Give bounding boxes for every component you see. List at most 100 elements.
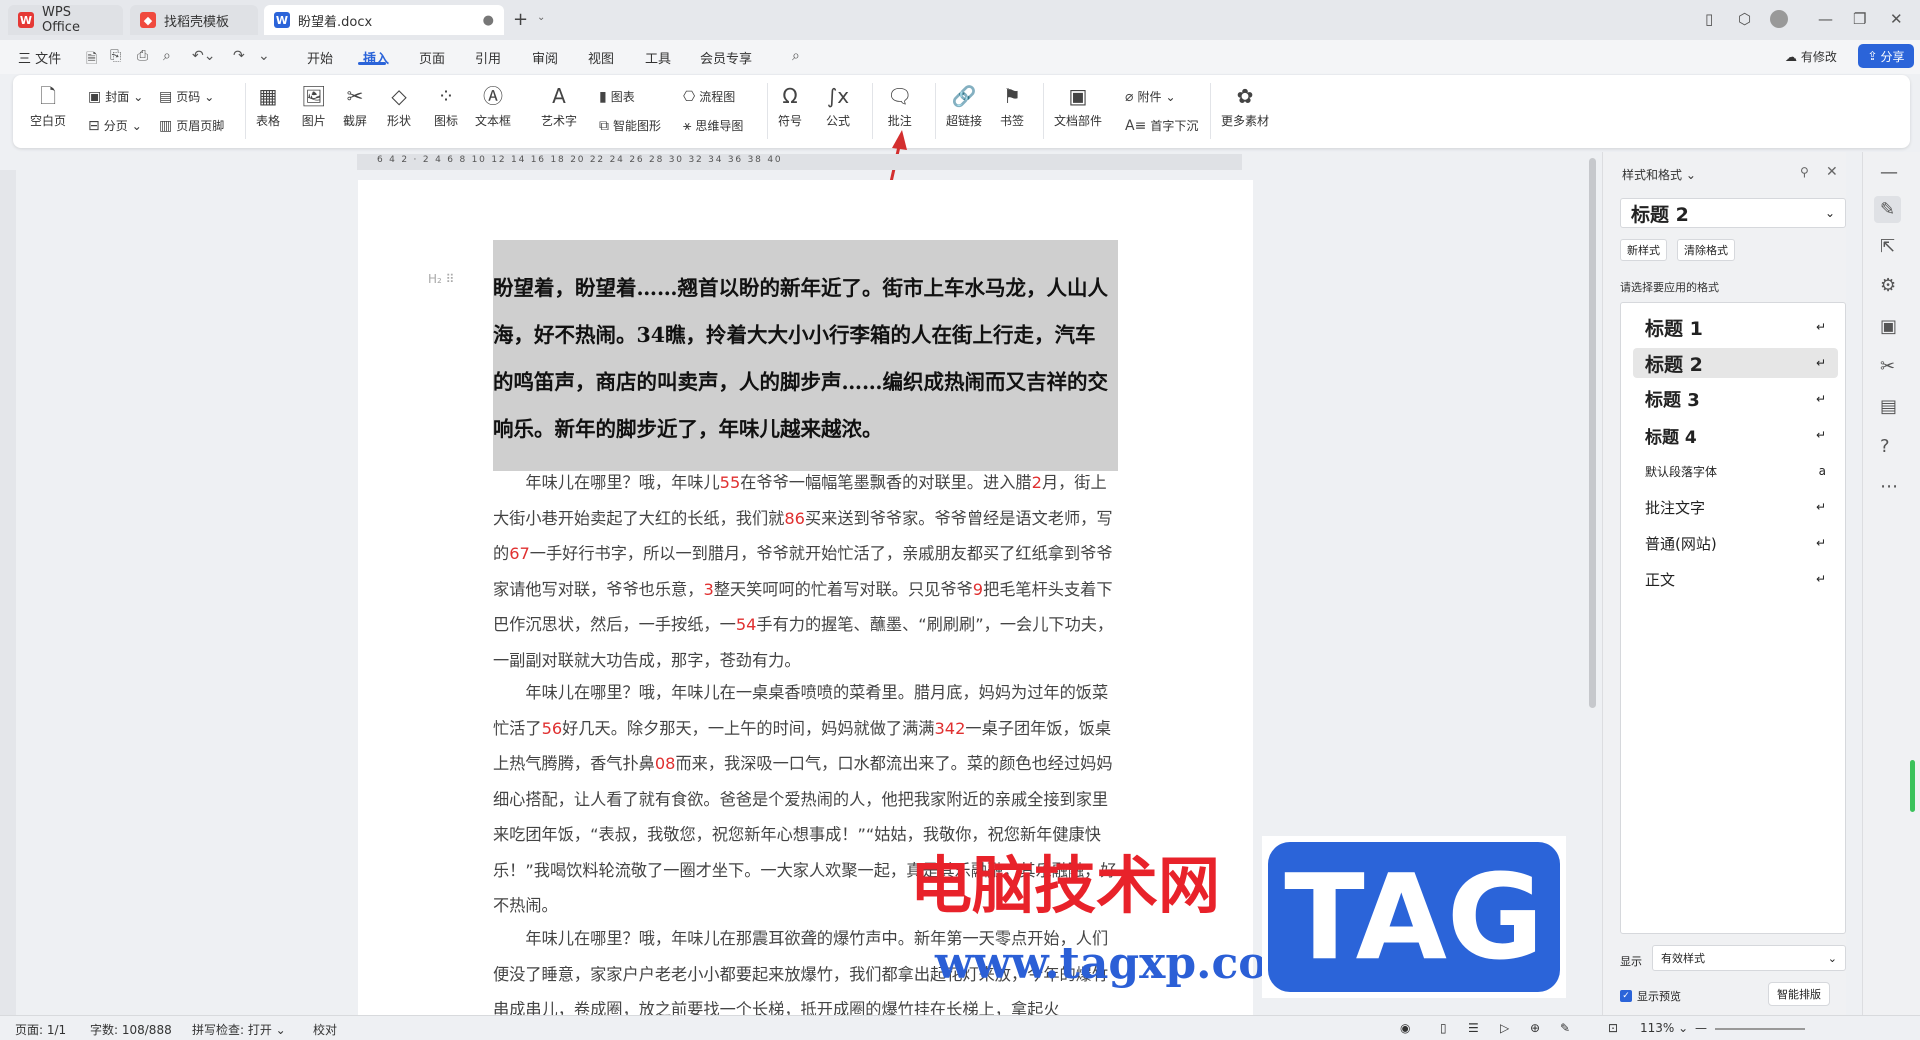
clear-format-button[interactable]: 清除格式 <box>1677 239 1735 261</box>
show-select[interactable]: 有效样式 ⌄ <box>1652 945 1846 971</box>
document-tools-icon[interactable]: ▣ <box>1880 316 1897 337</box>
restore-icon[interactable]: ❐ <box>1853 10 1866 28</box>
zoom-slider[interactable] <box>1715 1028 1805 1030</box>
select-cursor-icon[interactable]: ⇱ <box>1880 236 1895 257</box>
zoom-level[interactable]: 113% ⌄ <box>1640 1021 1688 1035</box>
show-preview-checkbox[interactable]: ✓ 显示预览 <box>1620 988 1681 1004</box>
save-icon[interactable]: 🗎 <box>86 48 97 72</box>
pane-title[interactable]: 样式和格式 ⌄ <box>1622 166 1696 183</box>
undo-icon[interactable]: ↶⌄ <box>192 48 215 64</box>
proofread[interactable]: 校对 <box>313 1021 337 1038</box>
mindmap-button[interactable]: ⚹ 思维导图 <box>683 117 743 134</box>
eye-icon[interactable]: ◉ <box>1400 1021 1410 1035</box>
pin-icon[interactable]: ⚲ <box>1800 165 1809 179</box>
document-scrollbar[interactable] <box>1589 158 1596 708</box>
hyperlink-button[interactable]: 🔗 超链接 <box>946 85 982 129</box>
blank-page-button[interactable]: 🗋 空白页 <box>30 85 66 129</box>
reader-icon[interactable]: ▤ <box>1880 396 1897 417</box>
layout-icon[interactable]: ▯ <box>1705 10 1713 28</box>
textbox-button[interactable]: Ⓐ 文本框 <box>475 85 511 129</box>
style-heading-2[interactable]: 标题 2 ↵ <box>1633 348 1838 378</box>
play-icon[interactable]: ▷ <box>1500 1021 1509 1035</box>
table-button[interactable]: ▦ 表格 <box>256 85 280 129</box>
tab-dot-icon[interactable]: ● <box>483 13 494 28</box>
tab-templates[interactable]: ◆ 找稻壳模板 <box>130 5 258 35</box>
tools-icon[interactable]: ✂ <box>1880 356 1895 377</box>
dropcap-button[interactable]: A≡ 首字下沉 <box>1125 117 1198 134</box>
style-normal-web[interactable]: 普通(网站) ↵ <box>1633 528 1838 558</box>
flowchart-button[interactable]: ⎔ 流程图 <box>683 88 735 105</box>
menu-member[interactable]: 会员专享 <box>700 48 752 67</box>
web-view-icon[interactable]: ⊕ <box>1530 1021 1540 1035</box>
menu-start[interactable]: 开始 <box>307 48 333 67</box>
symbol-button[interactable]: Ω 符号 <box>778 85 802 129</box>
print-icon[interactable]: ⎙ <box>137 48 148 64</box>
comment-button[interactable]: 🗨 批注 <box>887 85 912 129</box>
page-view-icon[interactable]: ▯ <box>1440 1021 1447 1035</box>
preview-icon[interactable]: ⌕ <box>163 48 171 64</box>
bookmark-button[interactable]: ⚑ 书签 <box>1000 85 1024 129</box>
tab-wps-office[interactable]: W WPS Office <box>8 5 123 35</box>
redo-icon[interactable]: ↷ <box>233 48 245 64</box>
minimize-icon[interactable]: — <box>1818 10 1833 28</box>
page-break-button[interactable]: ⊟ 分页 ⌄ <box>88 117 142 134</box>
cover-button[interactable]: ▣ 封面 ⌄ <box>88 88 143 105</box>
screenshot-button[interactable]: ✂ 截屏 <box>343 85 367 129</box>
box-icon[interactable]: ⬡ <box>1738 10 1751 28</box>
new-style-button[interactable]: 新样式 <box>1620 239 1667 261</box>
menu-page[interactable]: 页面 <box>419 48 445 67</box>
smartart-button[interactable]: ⧉ 智能图形 <box>599 117 661 134</box>
menu-review[interactable]: 审阅 <box>532 48 558 67</box>
vertical-ruler[interactable] <box>0 170 16 1020</box>
heading-level-marker[interactable]: H₂ ⠿ <box>428 272 454 286</box>
avatar[interactable] <box>1770 10 1788 28</box>
header-footer-button[interactable]: ▥ 页眉页脚 <box>159 117 224 134</box>
style-body[interactable]: 正文 ↵ <box>1633 564 1838 594</box>
style-default-font[interactable]: 默认段落字体 a <box>1633 456 1838 486</box>
spell-check[interactable]: 拼写检查: 打开 ⌄ <box>192 1021 286 1038</box>
file-menu[interactable]: 三 文件 <box>18 48 61 67</box>
more-icon[interactable]: ⌄ <box>258 48 270 64</box>
smart-layout-button[interactable]: 智能排版 <box>1768 982 1830 1006</box>
word-count[interactable]: 字数: 108/888 <box>90 1021 172 1038</box>
selected-heading[interactable]: 盼望着，盼望着……翘首以盼的新年近了。街市上车水马龙，人山人海，好不热闹。34瞧… <box>493 240 1118 471</box>
style-heading-3[interactable]: 标题 3 ↵ <box>1633 384 1838 414</box>
icon-button[interactable]: ⁘ 图标 <box>434 85 458 129</box>
collapse-icon[interactable]: — <box>1880 162 1898 183</box>
tab-document[interactable]: W 盼望着.docx ● <box>264 5 504 35</box>
menu-view[interactable]: 视图 <box>588 48 614 67</box>
style-pen-icon[interactable]: ✎ <box>1874 196 1902 223</box>
export-icon[interactable]: ⎘ <box>110 48 121 64</box>
page-counter[interactable]: 页面: 1/1 <box>15 1021 66 1038</box>
picture-button[interactable]: 🖼 图片 <box>301 85 326 129</box>
more-dots-icon[interactable]: ⋯ <box>1880 476 1898 497</box>
attachment-button[interactable]: ⌀ 附件 ⌄ <box>1125 88 1176 105</box>
doc-parts-button[interactable]: ▣ 文档部件 <box>1054 85 1102 129</box>
modified-status[interactable]: ☁ 有修改 <box>1785 48 1837 65</box>
new-tab-icon[interactable]: + <box>513 9 528 30</box>
current-style-select[interactable]: 标题 2 ⌄ <box>1620 198 1846 228</box>
paragraph-1[interactable]: 年味儿在哪里？哦，年味儿55在爷爷一幅幅笔墨飘香的对联里。进入腊2月，街上大街小… <box>493 465 1118 678</box>
pen-icon[interactable]: ✎ <box>1560 1021 1570 1035</box>
shape-button[interactable]: ◇ 形状 <box>387 85 411 129</box>
zoom-out-icon[interactable]: — <box>1695 1021 1707 1035</box>
style-comment-text[interactable]: 批注文字 ↵ <box>1633 492 1838 522</box>
close-icon[interactable]: ✕ <box>1890 10 1903 28</box>
page-number-button[interactable]: ▤ 页码 ⌄ <box>159 88 214 105</box>
tab-list-icon[interactable]: ⌄ <box>537 12 545 23</box>
formula-button[interactable]: ∫x 公式 <box>826 85 850 129</box>
outline-icon[interactable]: ☰ <box>1468 1021 1479 1035</box>
style-heading-4[interactable]: 标题 4 ↵ <box>1633 420 1838 450</box>
adjust-icon[interactable]: ⚙ <box>1880 275 1896 296</box>
chart-button[interactable]: ▮ 图表 <box>599 88 635 105</box>
wordart-button[interactable]: A 艺术字 <box>541 85 577 129</box>
menu-tools[interactable]: 工具 <box>645 48 671 67</box>
more-materials-button[interactable]: ✿ 更多素材 <box>1221 85 1269 129</box>
search-icon[interactable]: ⌕ <box>792 48 800 64</box>
pane-close-icon[interactable]: ✕ <box>1826 164 1838 180</box>
share-button[interactable]: ⇪ 分享 <box>1858 44 1914 68</box>
fit-icon[interactable]: ⊡ <box>1608 1021 1618 1035</box>
menu-reference[interactable]: 引用 <box>475 48 501 67</box>
help-icon[interactable]: ? <box>1880 436 1890 457</box>
style-heading-1[interactable]: 标题 1 ↵ <box>1633 312 1838 342</box>
